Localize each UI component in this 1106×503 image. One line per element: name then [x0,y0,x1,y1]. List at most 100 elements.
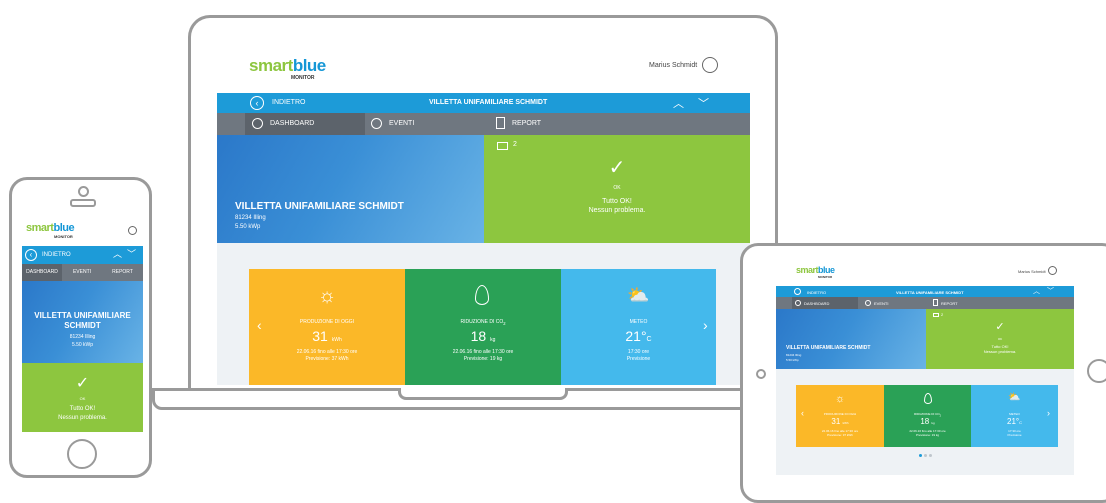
status-line1: Tutto OK! [69,406,96,412]
carousel-prev-icon[interactable]: ‹ [257,317,262,333]
card-weather[interactable]: ⛅ METEO 21°C 17:30 ore Previsione [561,269,716,385]
weather-sun-cloud-icon: ⛅ [1008,392,1021,403]
back-arrow-icon[interactable]: ‹ [250,96,264,110]
user-avatar-icon[interactable] [1048,266,1057,275]
card-value-row: 18 kg [405,328,561,344]
user-avatar-icon[interactable] [702,57,718,73]
card-value-row: 21°C [561,328,716,344]
card-line2: Previsione [1007,433,1022,437]
tab-report[interactable]: REPORT [492,113,612,135]
phone-logo[interactable]: smartblue [26,222,75,234]
logo-text-blue: blue [818,265,835,275]
message-count: 2 [941,312,944,317]
chevron-down-icon[interactable]: ﹀ [1047,286,1054,296]
chevron-up-icon[interactable]: ︿ [113,247,122,260]
logo-text-smart: smart [249,56,293,75]
phone-home-button[interactable] [67,439,97,469]
logo-text-blue: blue [53,222,75,234]
card-co2[interactable]: RIDUZIONE DI CO2 18 kg 22.06.16 fino all… [405,269,561,385]
check-icon: ✓ [75,375,90,392]
user-avatar-icon[interactable] [128,226,137,235]
card-value: 18 [920,417,930,426]
status-line2: Nessun problema. [58,415,107,421]
status-line2: Nessun problema. [983,349,1017,354]
card-title: METEO [1009,412,1020,416]
card-unit: kg [931,421,935,425]
mail-icon[interactable] [497,142,508,150]
chevron-up-icon[interactable]: ︿ [673,95,684,111]
tab-dashboard[interactable]: DASHBOARD [792,297,858,309]
nav-title: VILLETTA UNIFAMILIARE SCHMIDT [429,99,548,106]
user-name[interactable]: Marius Schmidt [1018,269,1046,274]
tab-label: EVENTI [389,120,415,127]
chevron-down-icon[interactable]: ﹀ [127,247,136,260]
tablet-logo[interactable]: smartblue [796,266,835,275]
back-label[interactable]: INDIETRO [807,290,826,295]
tab-eventi[interactable]: EVENTI [862,297,928,309]
carousel-dots [919,454,933,458]
tablet-camera [756,369,766,379]
tab-dashboard[interactable]: DASHBOARD [22,264,62,281]
hero-power: 5.50 kWp [71,342,94,348]
carousel-next-icon[interactable]: › [1047,408,1050,418]
document-icon [496,117,505,129]
tablet-home-button[interactable] [1087,359,1106,383]
speedometer-icon [252,118,263,129]
logo-text-smart: smart [26,222,54,234]
message-count: 2 [513,141,517,148]
tab-eventi[interactable]: EVENTI [367,113,487,135]
tab-eventi[interactable]: EVENTI [62,264,102,281]
card-line1: 17:30 ore [627,349,650,355]
phone-hero: VILLETTA UNIFAMILIARE SCHMIDT 81234 Illi… [22,281,143,363]
mail-icon[interactable] [933,313,939,317]
document-icon [933,299,938,306]
carousel-prev-icon[interactable]: ‹ [801,408,804,418]
card-line1: 22.06.16 fino alle 17:30 ore [452,349,514,355]
card-production[interactable]: ☼ PRODUZIONE DI OGGI 31 kWh 22.06.16 fin… [249,269,405,385]
phone-speaker [70,199,96,207]
card-line2: Previsione: 37 kWh [305,356,349,362]
card-title-text: RIDUZIONE DI CO [913,412,940,416]
phone-header: smartblue MONITOR [22,214,143,246]
tab-report[interactable]: REPORT [102,264,143,281]
phone-camera [78,186,89,197]
carousel-dot[interactable] [924,454,927,457]
card-title: PRODUZIONE DI OGGI [823,412,857,416]
carousel-next-icon[interactable]: › [703,317,708,333]
card-weather[interactable]: ⛅ METEO 21°C 17:30 ore Previsione [971,385,1058,447]
tablet-logo-subtitle: MONITOR [818,275,833,279]
sun-icon: ☼ [834,393,846,405]
logo[interactable]: smartblue [249,57,326,74]
carousel-dot-active[interactable] [919,454,922,457]
back-arrow-icon[interactable] [794,288,801,295]
tab-label: DASHBOARD [270,120,315,127]
card-production[interactable]: ☼ PRODUZIONE DI OGGI 31 kWh 22.06.16 fin… [796,385,884,447]
logo-text-blue: blue [292,56,326,75]
back-label[interactable]: INDIETRO [42,252,71,258]
phone-tab-bar: DASHBOARD EVENTI REPORT [22,264,143,281]
card-value-row: 18 kg [884,417,971,426]
hero-address: 81234 Illing [235,215,266,221]
user-name[interactable]: Marius Schmidt [649,62,697,69]
hero-address: 81234 Illing [786,353,802,357]
card-value: 21° [1007,417,1020,426]
chevron-down-icon[interactable]: ﹀ [698,95,709,111]
hero-title: VILLETTA UNIFAMILIARE SCHMIDT [786,345,871,351]
card-title: RIDUZIONE DI CO2 [405,319,561,326]
nav-bar: ‹ INDIETRO VILLETTA UNIFAMILIARE SCHMIDT… [217,93,750,113]
tab-report[interactable]: REPORT [930,297,996,309]
card-value: 21° [625,328,647,344]
card-line2: Previsione [626,356,651,362]
chevron-up-icon[interactable]: ︿ [1033,286,1040,296]
card-value-row: 31 kWh [249,328,405,344]
card-co2[interactable]: RIDUZIONE DI CO2 18 kg 22.06.16 fino all… [884,385,971,447]
back-arrow-icon[interactable]: ‹ [25,249,37,261]
card-line2: Previsione: 19 kg [463,356,503,362]
tab-dashboard[interactable]: DASHBOARD [245,113,365,135]
logo-subtitle: MONITOR [291,75,315,81]
laptop-trackpad-notch [398,388,568,400]
back-label[interactable]: INDIETRO [272,99,305,106]
tablet-hero: VILLETTA UNIFAMILIARE SCHMIDT 81234 Illi… [776,309,926,369]
carousel-dot[interactable] [929,454,932,457]
status-state: OK [613,185,621,191]
